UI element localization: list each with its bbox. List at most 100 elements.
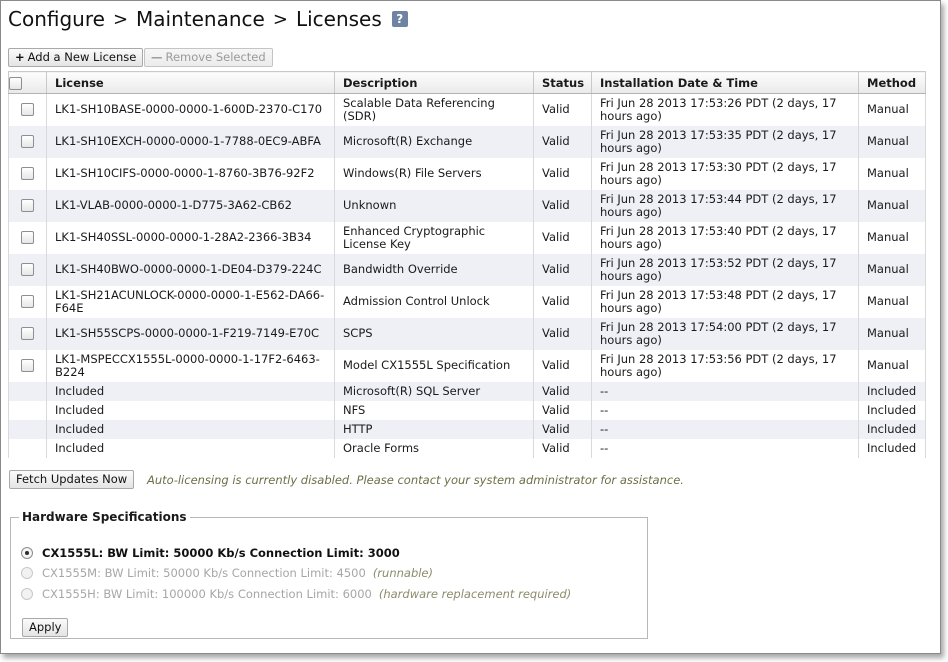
help-icon[interactable]: ? xyxy=(391,11,408,27)
description-cell: Unknown xyxy=(334,189,534,222)
hardware-option-note: (runnable) xyxy=(372,566,433,580)
license-row[interactable]: LK1-VLAB-0000-0000-1-D775-3A62-CB62 Unkno… xyxy=(8,189,926,222)
method-cell: Included xyxy=(858,400,926,420)
method-cell: Included xyxy=(858,381,926,401)
breadcrumb-maintenance[interactable]: Maintenance xyxy=(136,7,265,31)
installed-cell: -- xyxy=(591,381,859,401)
installed-cell: Fri Jun 28 2013 17:53:26 PDT (2 days, 17… xyxy=(591,93,859,126)
method-cell: Included xyxy=(858,419,926,439)
installed-cell: -- xyxy=(591,419,859,439)
license-key-cell: LK1-SH10CIFS-0000-0000-1-8760-3B76-92F2 xyxy=(46,157,335,190)
status-cell: Valid xyxy=(533,157,592,190)
method-cell: Manual xyxy=(858,285,926,318)
status-column-header[interactable]: Status xyxy=(533,71,592,94)
status-cell: Valid xyxy=(533,93,592,126)
license-row[interactable]: LK1-MSPECCX1555L-0000-0000-1-17F2-6463-B… xyxy=(8,349,926,382)
row-checkbox[interactable] xyxy=(21,263,34,276)
row-select-cell xyxy=(8,317,47,350)
license-row[interactable]: LK1-SH10CIFS-0000-0000-1-8760-3B76-92F2 W… xyxy=(8,157,926,190)
hardware-option[interactable]: CX1555L: BW Limit: 50000 Kb/s Connection… xyxy=(21,546,400,560)
row-checkbox[interactable] xyxy=(21,199,34,212)
installed-cell: Fri Jun 28 2013 17:53:48 PDT (2 days, 17… xyxy=(591,285,859,318)
row-checkbox[interactable] xyxy=(21,135,34,148)
row-checkbox[interactable] xyxy=(21,295,34,308)
row-select-cell xyxy=(8,125,47,158)
status-cell: Valid xyxy=(533,317,592,350)
method-cell: Manual xyxy=(858,349,926,382)
license-column-header[interactable]: License xyxy=(46,71,335,94)
breadcrumb-separator: > xyxy=(272,8,288,30)
description-cell: Model CX1555L Specification xyxy=(334,349,534,382)
status-cell: Valid xyxy=(533,221,592,254)
license-key-cell: LK1-SH40SSL-0000-0000-1-28A2-2366-3B34 xyxy=(46,221,335,254)
page-frame: Configure > Maintenance > Licenses ? + Ad… xyxy=(0,0,941,654)
hardware-option-note: (hardware replacement required) xyxy=(378,587,572,601)
select-all-checkbox[interactable] xyxy=(9,76,22,90)
hardware-option-label: CX1555M: BW Limit: 50000 Kb/s Connection… xyxy=(42,566,366,580)
license-key-cell: LK1-SH10BASE-0000-0000-1-600D-2370-C170 xyxy=(46,93,335,126)
license-row[interactable]: LK1-SH55SCPS-0000-0000-1-F219-7149-E70C S… xyxy=(8,317,926,350)
included-license-row: Included NFS Valid -- Included xyxy=(8,400,926,420)
row-checkbox[interactable] xyxy=(21,327,34,340)
remove-selected-button[interactable]: — Remove Selected xyxy=(144,48,273,67)
license-row[interactable]: LK1-SH21ACUNLOCK-0000-0000-1-E562-DA66-F… xyxy=(8,285,926,318)
row-checkbox[interactable] xyxy=(21,167,34,180)
breadcrumb-separator: > xyxy=(112,8,129,30)
status-cell: Valid xyxy=(533,349,592,382)
row-select-cell xyxy=(8,438,47,458)
installed-cell: Fri Jun 28 2013 17:53:40 PDT (2 days, 17… xyxy=(591,221,859,254)
license-row[interactable]: LK1-SH10EXCH-0000-0000-1-7788-0EC9-ABFA M… xyxy=(8,125,926,158)
installed-cell: -- xyxy=(591,438,859,458)
license-key-cell: LK1-SH55SCPS-0000-0000-1-F219-7149-E70C xyxy=(46,317,335,350)
description-column-header[interactable]: Description xyxy=(334,71,534,94)
row-checkbox[interactable] xyxy=(21,359,34,372)
status-cell: Valid xyxy=(533,189,592,222)
table-header-row: License Description Status Installation … xyxy=(8,71,926,94)
license-row[interactable]: LK1-SH40SSL-0000-0000-1-28A2-2366-3B34 En… xyxy=(8,221,926,254)
radio-button xyxy=(21,588,33,600)
row-select-cell xyxy=(8,400,47,420)
installed-column-header[interactable]: Installation Date & Time xyxy=(591,71,859,94)
installed-cell: Fri Jun 28 2013 17:53:44 PDT (2 days, 17… xyxy=(591,189,859,222)
row-checkbox[interactable] xyxy=(21,231,34,244)
fetch-updates-button[interactable]: Fetch Updates Now xyxy=(9,470,135,489)
row-select-cell xyxy=(8,349,47,382)
description-cell: Microsoft(R) Exchange xyxy=(334,125,534,158)
apply-button[interactable]: Apply xyxy=(22,618,69,637)
hardware-option-label: CX1555H: BW Limit: 100000 Kb/s Connectio… xyxy=(42,587,372,601)
license-key-cell: LK1-SH21ACUNLOCK-0000-0000-1-E562-DA66-F… xyxy=(46,285,335,318)
row-select-cell xyxy=(8,253,47,286)
included-license-row: Included Microsoft(R) SQL Server Valid -- In… xyxy=(8,381,926,401)
breadcrumb: Configure > Maintenance > Licenses ? xyxy=(8,7,408,31)
row-select-cell xyxy=(8,221,47,254)
method-cell: Manual xyxy=(858,125,926,158)
row-checkbox[interactable] xyxy=(21,103,34,117)
radio-button[interactable] xyxy=(21,547,33,559)
status-cell: Valid xyxy=(533,400,592,420)
installed-cell: Fri Jun 28 2013 17:53:52 PDT (2 days, 17… xyxy=(591,253,859,286)
status-cell: Valid xyxy=(533,253,592,286)
description-cell: Admission Control Unlock xyxy=(334,285,534,318)
license-key-cell: Included xyxy=(46,381,335,401)
installed-cell: Fri Jun 28 2013 17:53:35 PDT (2 days, 17… xyxy=(591,125,859,158)
status-cell: Valid xyxy=(533,438,592,458)
license-row[interactable]: LK1-SH10BASE-0000-0000-1-600D-2370-C170 S… xyxy=(8,93,926,126)
hardware-option: CX1555H: BW Limit: 100000 Kb/s Connectio… xyxy=(21,587,571,601)
description-cell: HTTP xyxy=(334,419,534,439)
license-row[interactable]: LK1-SH40BWO-0000-0000-1-DE04-D379-224C Ba… xyxy=(8,253,926,286)
row-select-cell xyxy=(8,419,47,439)
method-cell: Included xyxy=(858,438,926,458)
add-license-button[interactable]: + Add a New License xyxy=(8,48,144,67)
row-select-cell xyxy=(8,285,47,318)
license-key-cell: LK1-SH40BWO-0000-0000-1-DE04-D379-224C xyxy=(46,253,335,286)
row-select-cell xyxy=(8,381,47,401)
breadcrumb-configure[interactable]: Configure xyxy=(8,7,105,31)
method-column-header[interactable]: Method xyxy=(858,71,926,94)
hardware-option: CX1555M: BW Limit: 50000 Kb/s Connection… xyxy=(21,566,433,580)
minus-icon: — xyxy=(151,50,163,64)
description-cell: Microsoft(R) SQL Server xyxy=(334,381,534,401)
plus-icon: + xyxy=(15,50,25,64)
installed-cell: Fri Jun 28 2013 17:54:00 PDT (2 days, 17… xyxy=(591,317,859,350)
status-cell: Valid xyxy=(533,419,592,439)
description-cell: Oracle Forms xyxy=(334,438,534,458)
